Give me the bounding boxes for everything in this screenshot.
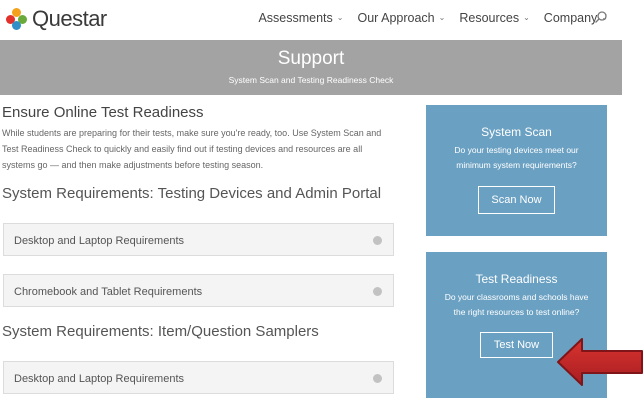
accordion-sampler-desktop-laptop[interactable]: Desktop and Laptop Requirements — [3, 361, 394, 394]
page-title: Support — [277, 48, 345, 69]
accordion-desktop-laptop[interactable]: Desktop and Laptop Requirements — [3, 223, 394, 256]
chevron-down-icon: ⌄ — [523, 13, 530, 22]
readiness-heading: Ensure Online Test Readiness — [2, 104, 204, 121]
accordion-chromebook-tablet[interactable]: Chromebook and Tablet Requirements — [3, 274, 394, 307]
nav-label: Assessments — [258, 11, 333, 25]
card-title: Test Readiness — [475, 272, 558, 286]
accordion-label: Chromebook and Tablet Requirements — [14, 286, 203, 298]
search-icon[interactable] — [594, 10, 608, 24]
logo-text: Questar — [32, 6, 107, 31]
accordion-label: Desktop and Laptop Requirements — [14, 235, 184, 247]
main-content: Ensure Online Test Readiness While stude… — [2, 104, 402, 173]
section-heading-samplers: System Requirements: Item/Question Sampl… — [2, 323, 319, 340]
chevron-down-icon: ⌄ — [336, 13, 344, 22]
nav-item-our-approach[interactable]: Our Approach ⌄ — [358, 11, 446, 25]
site-header: Questar Assessments ⌄ Our Approach ⌄ Resou… — [0, 0, 644, 40]
questar-logo-mark-icon — [6, 8, 28, 30]
system-scan-card: System Scan Do your testing devices meet… — [426, 105, 607, 236]
section-heading-devices: System Requirements: Testing Devices and… — [2, 185, 382, 202]
expand-icon — [373, 374, 382, 383]
card-text: Do your testing devices meet our minimum… — [454, 145, 579, 170]
pointer-arrow-icon — [557, 338, 643, 386]
nav-label: Our Approach — [357, 11, 435, 25]
page-banner: Support System Scan and Testing Readines… — [0, 40, 622, 95]
questar-logo[interactable]: Questar — [6, 6, 107, 32]
main-nav: Assessments ⌄ Our Approach ⌄ Resources ⌄ Co… — [244, 11, 608, 25]
page-subtitle: System Scan and Testing Readiness Check — [228, 75, 394, 85]
accordion-label: Desktop and Laptop Requirements — [14, 373, 184, 385]
card-text: Do your classrooms and schools have the … — [444, 292, 589, 317]
expand-icon — [373, 236, 382, 245]
chevron-down-icon: ⌄ — [438, 13, 446, 22]
nav-item-resources[interactable]: Resources ⌄ — [459, 11, 529, 25]
nav-label: Resources — [459, 11, 520, 25]
scan-now-button[interactable]: Scan Now — [478, 186, 555, 214]
intro-paragraph: While students are preparing for their t… — [2, 128, 382, 170]
expand-icon — [373, 287, 382, 296]
test-now-button[interactable]: Test Now — [479, 332, 554, 358]
nav-item-assessments[interactable]: Assessments ⌄ — [258, 11, 343, 25]
nav-label: Company — [543, 11, 598, 25]
card-title: System Scan — [481, 125, 552, 139]
